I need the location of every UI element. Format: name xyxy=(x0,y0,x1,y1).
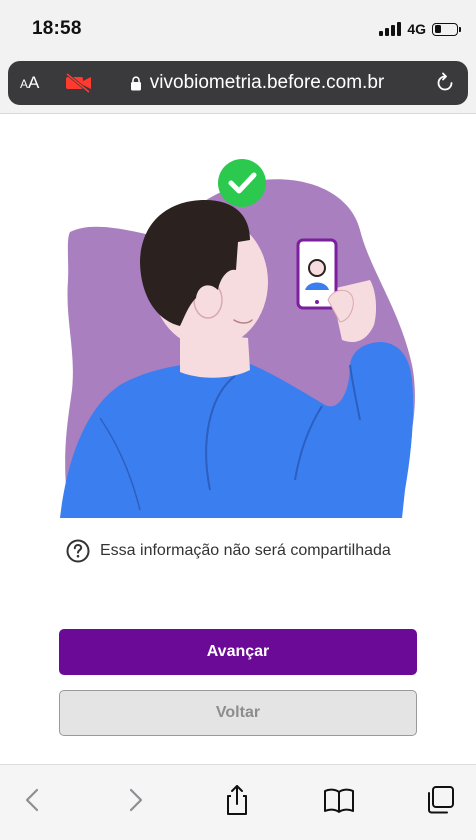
forward-icon[interactable] xyxy=(118,783,152,817)
bookmarks-icon[interactable] xyxy=(322,783,356,817)
network-type: 4G xyxy=(407,21,426,37)
status-bar: 18:58 4G xyxy=(0,0,476,56)
lock-icon xyxy=(130,75,141,90)
back-button[interactable]: Voltar xyxy=(59,690,417,736)
camera-off-icon[interactable] xyxy=(64,73,94,93)
status-time: 18:58 xyxy=(32,18,82,39)
privacy-notice-text: Essa informação não será compartilhada xyxy=(100,542,391,559)
share-icon[interactable] xyxy=(220,783,254,817)
selfie-illustration xyxy=(60,159,415,518)
url-text: vivobiometria.before.com.br xyxy=(149,72,385,93)
text-size-button[interactable]: AA xyxy=(20,73,56,93)
reload-icon[interactable] xyxy=(434,72,456,94)
back-icon[interactable] xyxy=(16,783,50,817)
question-circle-icon xyxy=(66,539,90,563)
signal-icon xyxy=(379,22,402,36)
mobile-screen: 18:58 4G AA vivobiometria.before.com.br … xyxy=(0,0,476,840)
address-bar[interactable]: AA vivobiometria.before.com.br xyxy=(8,61,468,105)
url-display[interactable]: vivobiometria.before.com.br xyxy=(94,72,434,94)
tabs-icon[interactable] xyxy=(424,783,458,817)
battery-fill xyxy=(434,25,441,33)
privacy-notice: Essa informação não será compartilhada xyxy=(66,538,391,564)
browser-toolbar xyxy=(0,764,476,840)
status-indicators: 4G xyxy=(379,20,461,38)
battery-icon xyxy=(432,22,461,36)
check-circle-icon xyxy=(218,159,266,207)
browser-address-area: AA vivobiometria.before.com.br xyxy=(0,56,476,114)
next-button[interactable]: Avançar xyxy=(59,629,417,675)
